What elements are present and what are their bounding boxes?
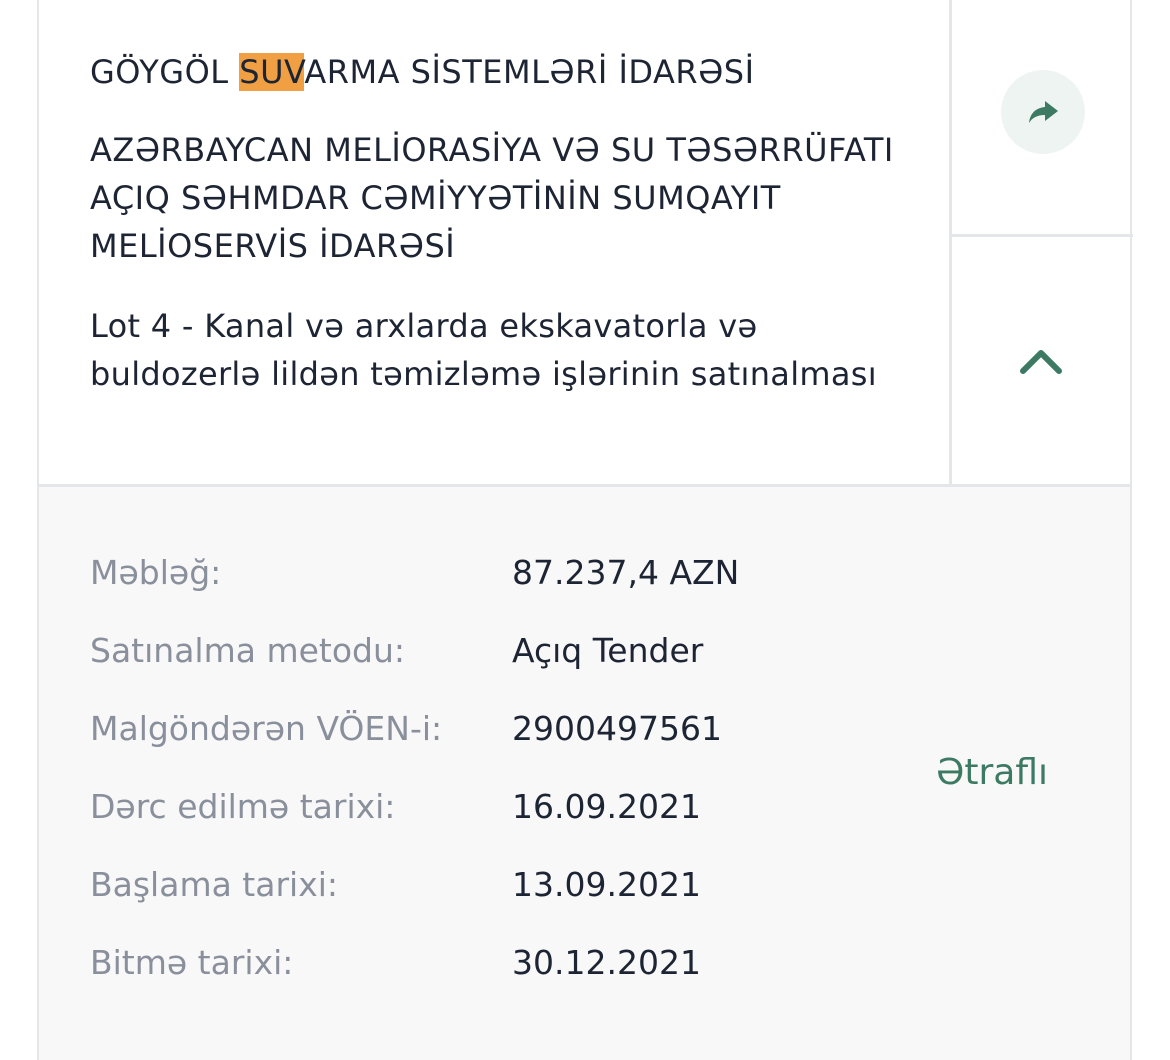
detail-value: 30.12.2021 (512, 943, 701, 982)
detail-label: Başlama tarixi: (90, 865, 339, 904)
detail-value: 13.09.2021 (512, 865, 701, 904)
share-arrow-icon (1029, 101, 1058, 123)
title-suffix: ARMA SİSTEMLƏRİ İDARƏSİ (304, 53, 755, 91)
lot-description: Lot 4 - Kanal və arxlarda ekskavatorla v… (90, 307, 877, 393)
detail-row-start-date: Başlama tarixi: 13.09.2021 (90, 861, 890, 909)
detail-label: Dərc edilmə tarixi: (90, 787, 396, 826)
detail-label: Malgöndərən VÖEN-i: (90, 709, 443, 748)
title-prefix: GÖYGÖL (90, 53, 240, 91)
detail-label: Bitmə tarixi: (90, 943, 294, 982)
detail-value: 16.09.2021 (512, 787, 701, 826)
detail-row-amount: Məbləğ: 87.237,4 AZN (90, 549, 890, 597)
collapse-button[interactable] (952, 237, 1130, 484)
detail-row-end-date: Bitmə tarixi: 30.12.2021 (90, 939, 890, 987)
detail-label: Məbləğ: (90, 553, 222, 592)
detail-row-published-date: Dərc edilmə tarixi: 16.09.2021 (90, 783, 890, 831)
details-panel: Məbləğ: 87.237,4 AZN Satınalma metodu: A… (39, 487, 1130, 1060)
buyer-name: AZƏRBAYCAN MELİORASİYA VƏ SU TƏSƏRRÜFATI… (90, 131, 894, 265)
detail-label: Satınalma metodu: (90, 631, 405, 670)
more-details-link[interactable]: Ətraflı (936, 749, 1048, 797)
card-actions (949, 0, 1133, 484)
card-header-section: GÖYGÖL SUVARMA SİSTEMLƏRİ İDARƏSİ AZƏRBA… (39, 0, 1133, 487)
detail-row-tax-id: Malgöndərən VÖEN-i: 2900497561 (90, 705, 890, 753)
detail-row-method: Satınalma metodu: Açıq Tender (90, 627, 890, 675)
chevron-up-icon (1020, 349, 1062, 374)
card-content: GÖYGÖL SUVARMA SİSTEMLƏRİ İDARƏSİ AZƏRBA… (39, 0, 949, 484)
detail-value: Açıq Tender (512, 631, 704, 670)
detail-value: 2900497561 (512, 709, 722, 748)
tender-card: GÖYGÖL SUVARMA SİSTEMLƏRİ İDARƏSİ AZƏRBA… (37, 0, 1133, 1060)
organization-title: GÖYGÖL SUVARMA SİSTEMLƏRİ İDARƏSİ (90, 48, 930, 96)
detail-value: 87.237,4 AZN (512, 553, 740, 592)
share-button[interactable] (1001, 70, 1085, 154)
search-highlight: SUV (239, 53, 305, 91)
